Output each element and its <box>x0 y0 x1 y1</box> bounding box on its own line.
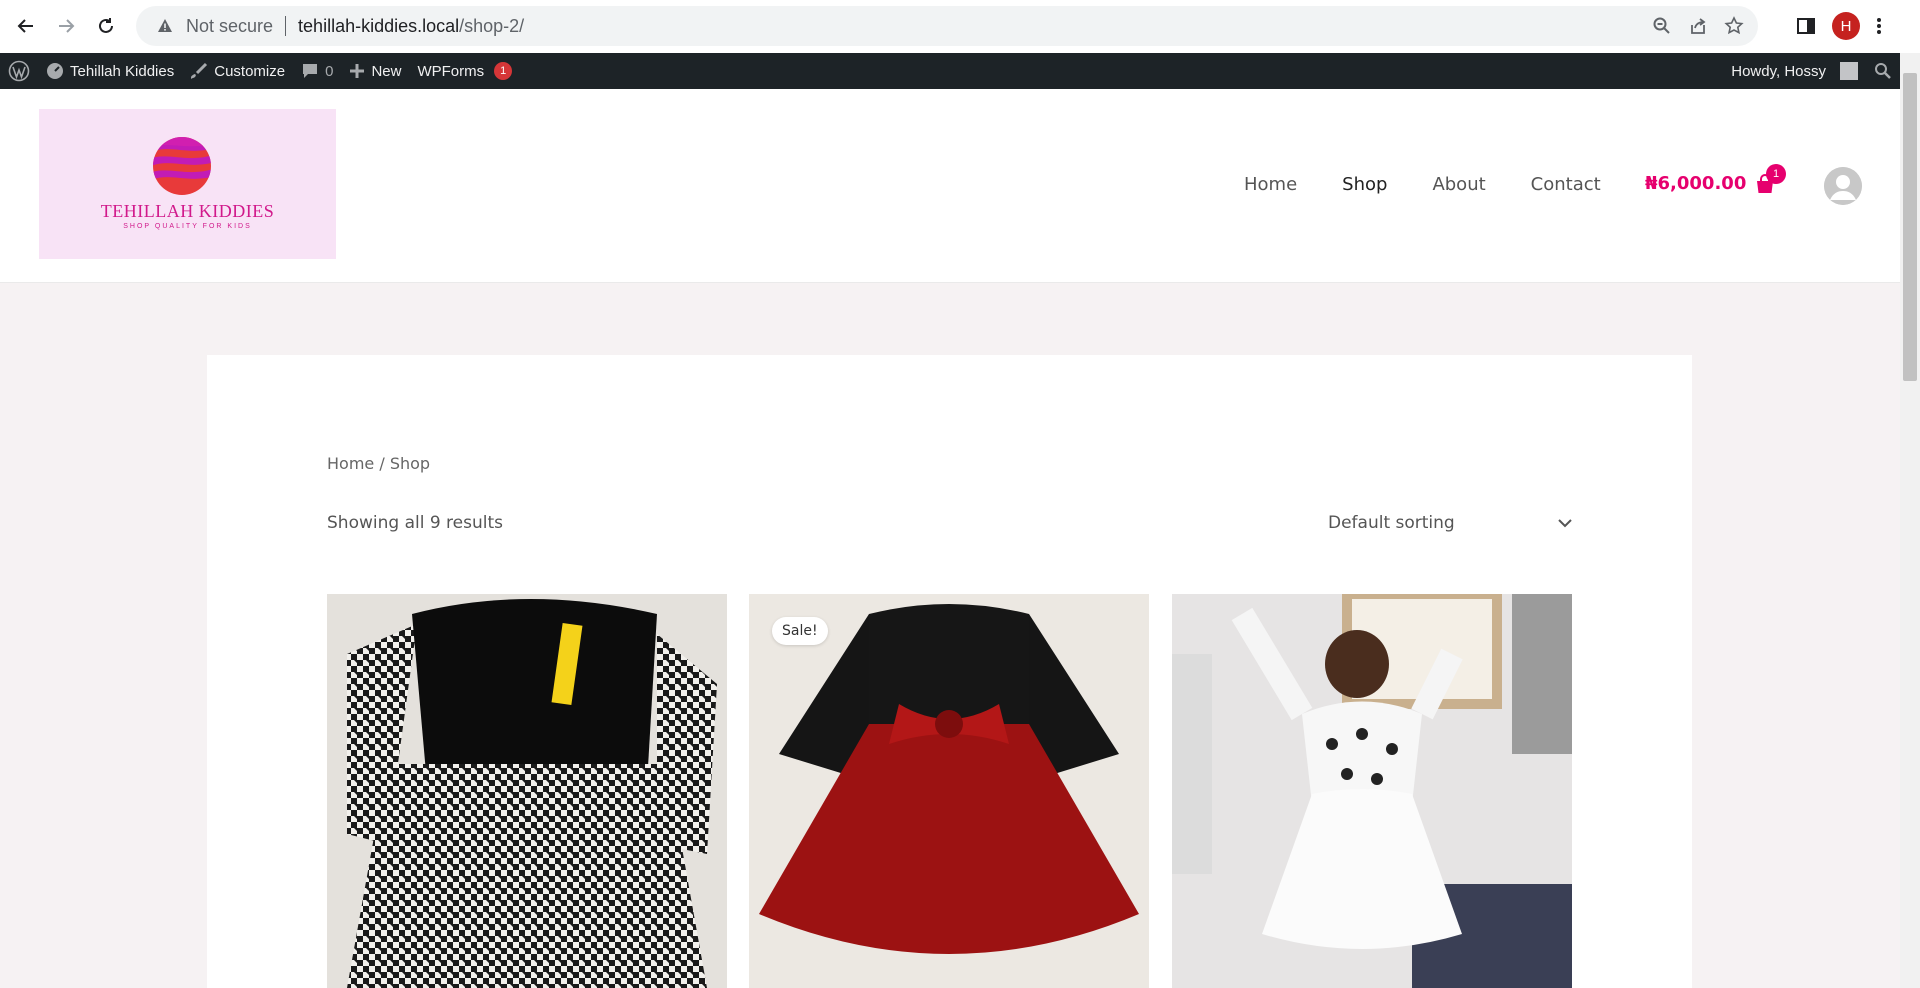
logo-sphere-icon <box>153 137 211 195</box>
reload-button[interactable] <box>92 12 120 40</box>
product-image-red-dress[interactable] <box>749 594 1149 988</box>
omnibox-divider <box>285 16 287 36</box>
back-button[interactable] <box>12 12 40 40</box>
product-image-houndstooth-dress[interactable] <box>327 594 727 988</box>
nav-about[interactable]: About <box>1432 174 1485 195</box>
breadcrumb[interactable]: Home / Shop <box>327 454 430 473</box>
site-header: TEHILLAH KIDDIES SHOP QUALITY FOR KIDS H… <box>0 89 1900 283</box>
wpforms-label: WPForms <box>417 62 485 80</box>
forward-button[interactable] <box>52 12 80 40</box>
scrollbar-thumb[interactable] <box>1903 73 1917 381</box>
back-arrow-icon <box>17 19 33 33</box>
user-avatar[interactable] <box>1824 167 1862 205</box>
product-card-3[interactable] <box>1172 594 1572 988</box>
brush-icon <box>191 62 208 79</box>
nav-shop[interactable]: Shop <box>1342 174 1387 195</box>
browser-toolbar: Not secure tehillah-kiddies.local/shop-2… <box>0 0 1920 53</box>
site-logo[interactable]: TEHILLAH KIDDIES SHOP QUALITY FOR KIDS <box>39 109 336 259</box>
admin-customize[interactable]: Customize <box>182 53 293 89</box>
reload-icon <box>99 18 113 33</box>
main-navigation: Home Shop About Contact <box>1244 174 1601 195</box>
sorting-select[interactable]: Default sorting <box>1328 500 1572 546</box>
admin-account[interactable]: Howdy, Hossy <box>1723 53 1866 89</box>
profile-avatar[interactable]: H <box>1832 12 1860 40</box>
kebab-menu-icon[interactable] <box>1876 16 1882 36</box>
nav-home[interactable]: Home <box>1244 174 1297 195</box>
address-bar[interactable]: Not secure tehillah-kiddies.local/shop-2… <box>136 6 1758 46</box>
logo-tagline: SHOP QUALITY FOR KIDS <box>123 223 252 230</box>
admin-comments[interactable]: 0 <box>293 53 341 89</box>
search-icon <box>1875 63 1891 79</box>
side-panel-icon[interactable] <box>1796 16 1816 36</box>
comment-bubble-icon <box>303 64 318 78</box>
admin-search[interactable] <box>1866 53 1900 89</box>
sale-badge: Sale! <box>772 617 828 645</box>
product-image-white-dress[interactable] <box>1172 594 1572 988</box>
comments-count: 0 <box>325 62 334 80</box>
url-text[interactable]: tehillah-kiddies.local/shop-2/ <box>298 16 524 37</box>
wordpress-logo-button[interactable] <box>0 53 38 89</box>
warning-icon[interactable] <box>156 17 174 35</box>
logo-name: TEHILLAH KIDDIES <box>100 201 275 221</box>
cart-count-badge: 1 <box>1766 164 1786 184</box>
user-silhouette-icon <box>1824 167 1862 205</box>
admin-new[interactable]: New <box>341 53 409 89</box>
admin-site-name[interactable]: Tehillah Kiddies <box>38 53 182 89</box>
customize-label: Customize <box>214 62 286 80</box>
wordpress-icon <box>8 60 30 82</box>
url-path: /shop-2/ <box>459 15 525 36</box>
security-label: Not secure <box>186 15 274 36</box>
admin-wpforms[interactable]: WPForms 1 <box>409 53 520 89</box>
sorting-selected-label: Default sorting <box>1328 513 1455 533</box>
new-label: New <box>371 62 402 80</box>
howdy-label: Howdy, Hossy <box>1731 62 1826 80</box>
wp-admin-bar: Tehillah Kiddies Customize 0 New WPForms… <box>0 53 1900 89</box>
nav-contact[interactable]: Contact <box>1531 174 1601 195</box>
wpforms-badge: 1 <box>494 62 513 80</box>
cart-total[interactable]: ₦6,000.00 <box>1645 173 1746 194</box>
admin-avatar <box>1840 62 1858 80</box>
share-icon[interactable] <box>1688 16 1708 36</box>
url-host: tehillah-kiddies.local <box>298 15 460 36</box>
zoom-icon[interactable] <box>1652 16 1672 36</box>
product-card-2[interactable]: Sale! <box>749 594 1149 988</box>
product-card-1[interactable] <box>327 594 727 988</box>
page-scrollbar[interactable] <box>1900 53 1920 988</box>
result-count: Showing all 9 results <box>327 513 504 533</box>
plus-icon <box>350 64 365 78</box>
bookmark-star-icon[interactable] <box>1724 16 1744 36</box>
site-name-label: Tehillah Kiddies <box>70 62 175 80</box>
dashboard-gauge-icon <box>47 63 63 79</box>
chevron-down-icon <box>1558 519 1572 528</box>
forward-arrow-icon <box>59 19 75 33</box>
